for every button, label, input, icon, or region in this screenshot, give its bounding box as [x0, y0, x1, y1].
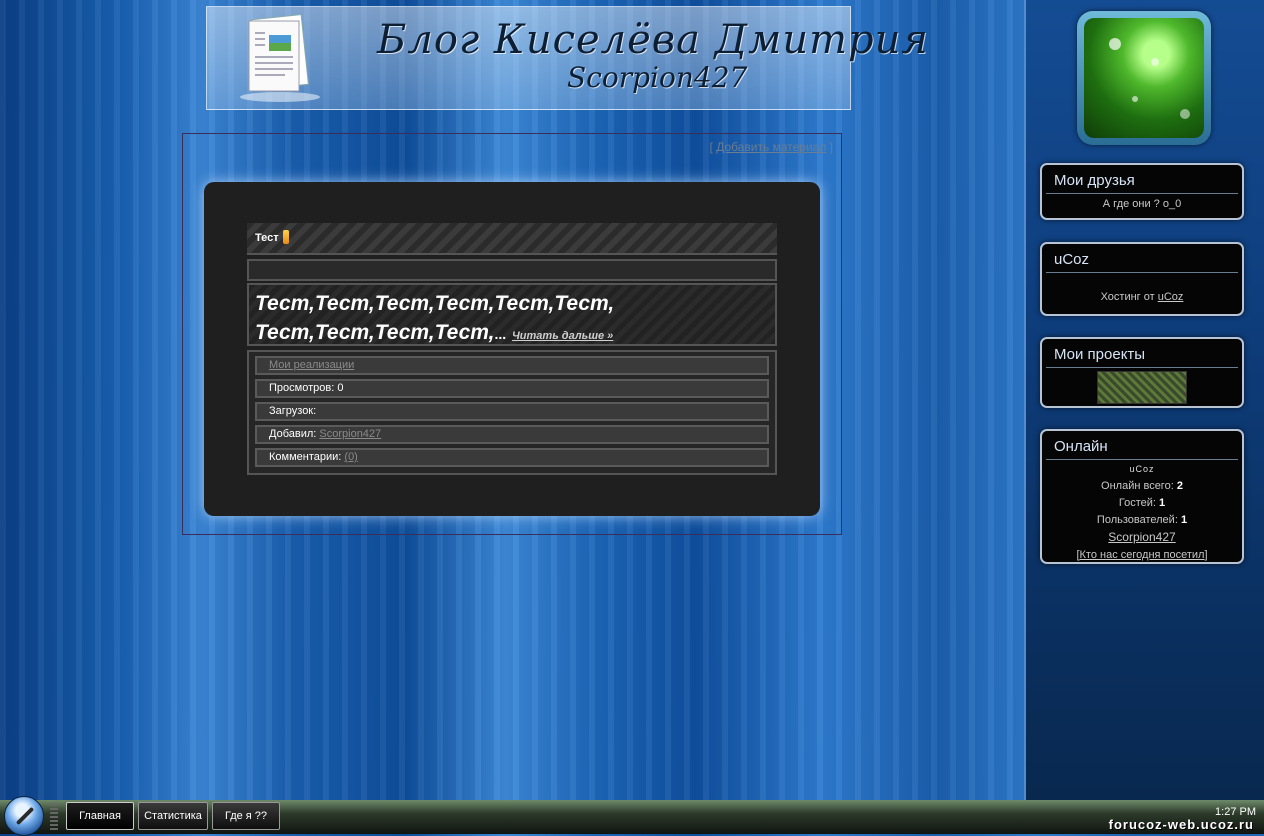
- online-user-link[interactable]: Scorpion427: [1108, 530, 1175, 544]
- add-material: [ Добавить материал ]: [709, 140, 833, 154]
- rating-icon: [283, 230, 289, 244]
- projects-title: Мои проекты: [1046, 339, 1238, 368]
- views-label: Просмотров:: [269, 382, 335, 394]
- ucoz-title: uCoz: [1046, 244, 1238, 273]
- entry-details: Мои реализации Просмотров: 0 Загрузок: Д…: [247, 350, 777, 475]
- projects-block: Мои проекты: [1040, 337, 1244, 408]
- online-block: Онлайн uCoz Онлайн всего: 2 Гостей: 1 По…: [1040, 429, 1244, 564]
- ucoz-hosting: Хостинг от uCoz: [1042, 273, 1242, 303]
- start-orb-icon[interactable]: [4, 796, 44, 836]
- document-icon: [240, 14, 320, 102]
- visitors-link[interactable]: Кто нас сегодня посетил: [1080, 549, 1205, 561]
- comments-link[interactable]: (0): [344, 451, 357, 463]
- watermark: forucoz-web.ucoz.ru: [1108, 817, 1254, 832]
- ucoz-counter[interactable]: uCoz: [1042, 461, 1242, 478]
- detail-downloads: Загрузок:: [255, 402, 769, 421]
- guests-label: Гостей:: [1118, 497, 1156, 509]
- friends-title: Мои друзья: [1046, 165, 1238, 194]
- guests-value: 1: [1159, 497, 1166, 509]
- detail-comments: Комментарии: (0): [255, 448, 769, 467]
- taskbar-button-where[interactable]: Где я ??: [212, 802, 280, 830]
- hosting-text: Хостинг от: [1100, 291, 1155, 303]
- entry-text-line1: Тест,Тест,Тест,Тест,Тест,Тест,: [255, 292, 615, 315]
- entry-message-bar: [247, 259, 777, 281]
- online-total-value: 2: [1176, 480, 1183, 492]
- header-banner: Блог Киселёва Дмитрия Scorpion427: [206, 6, 928, 110]
- views-value: 0: [337, 382, 344, 394]
- users-value: 1: [1180, 514, 1188, 526]
- sidebar-divider: [1024, 0, 1026, 800]
- added-by-label: Добавил:: [269, 428, 317, 440]
- friends-text: А где они ? о_0: [1102, 198, 1182, 210]
- ucoz-block: uCoz Хостинг от uCoz: [1040, 242, 1244, 316]
- users-label: Пользователей:: [1096, 514, 1178, 526]
- avatar-frame: [1077, 11, 1211, 145]
- online-title: Онлайн: [1046, 431, 1238, 460]
- entry-panel: Тест Тест,Тест,Тест,Тест,Тест,Тест, Тест…: [204, 182, 820, 516]
- taskbar: Главная Статистика Где я ?? 1:27 PM foru…: [0, 796, 1264, 836]
- detail-added-by: Добавил: Scorpion427: [255, 425, 769, 444]
- comments-label: Комментарии:: [269, 451, 342, 463]
- entry-title[interactable]: Тест: [255, 232, 279, 244]
- entry-title-bar: Тест: [247, 223, 777, 255]
- blog-title: Блог Киселёва Дмитрия: [377, 17, 929, 63]
- entry-text-line2: Тест,Тест,Тест,Тест,: [255, 321, 495, 344]
- online-stats: uCoz Онлайн всего: 2 Гостей: 1 Пользоват…: [1042, 460, 1242, 564]
- friends-block: Мои друзья А где они ? о_0: [1040, 163, 1244, 220]
- entry-ellipsis: ...: [494, 326, 507, 342]
- taskbar-button-stats[interactable]: Статистика: [138, 802, 208, 830]
- detail-category: Мои реализации: [255, 356, 769, 375]
- ucoz-link[interactable]: uCoz: [1158, 291, 1184, 303]
- add-material-link[interactable]: Добавить материал: [716, 140, 826, 154]
- taskbar-grip: [50, 804, 58, 830]
- online-total-label: Онлайн всего:: [1101, 480, 1174, 492]
- detail-views: Просмотров: 0: [255, 379, 769, 398]
- taskbar-button-home[interactable]: Главная: [66, 802, 134, 830]
- read-more-link[interactable]: Читать дальше »: [512, 330, 613, 342]
- entry-text: Тест,Тест,Тест,Тест,Тест,Тест, Тест,Тест…: [247, 283, 777, 346]
- content-frame: [ Добавить материал ] Тест Тест,Тест,Тес…: [182, 133, 842, 535]
- downloads-label: Загрузок:: [269, 405, 317, 417]
- blog-subtitle: Scorpion427: [567, 61, 748, 94]
- avatar: [1084, 18, 1204, 138]
- category-link[interactable]: Мои реализации: [269, 359, 354, 371]
- author-link[interactable]: Scorpion427: [319, 428, 381, 440]
- project-banner[interactable]: [1097, 371, 1187, 404]
